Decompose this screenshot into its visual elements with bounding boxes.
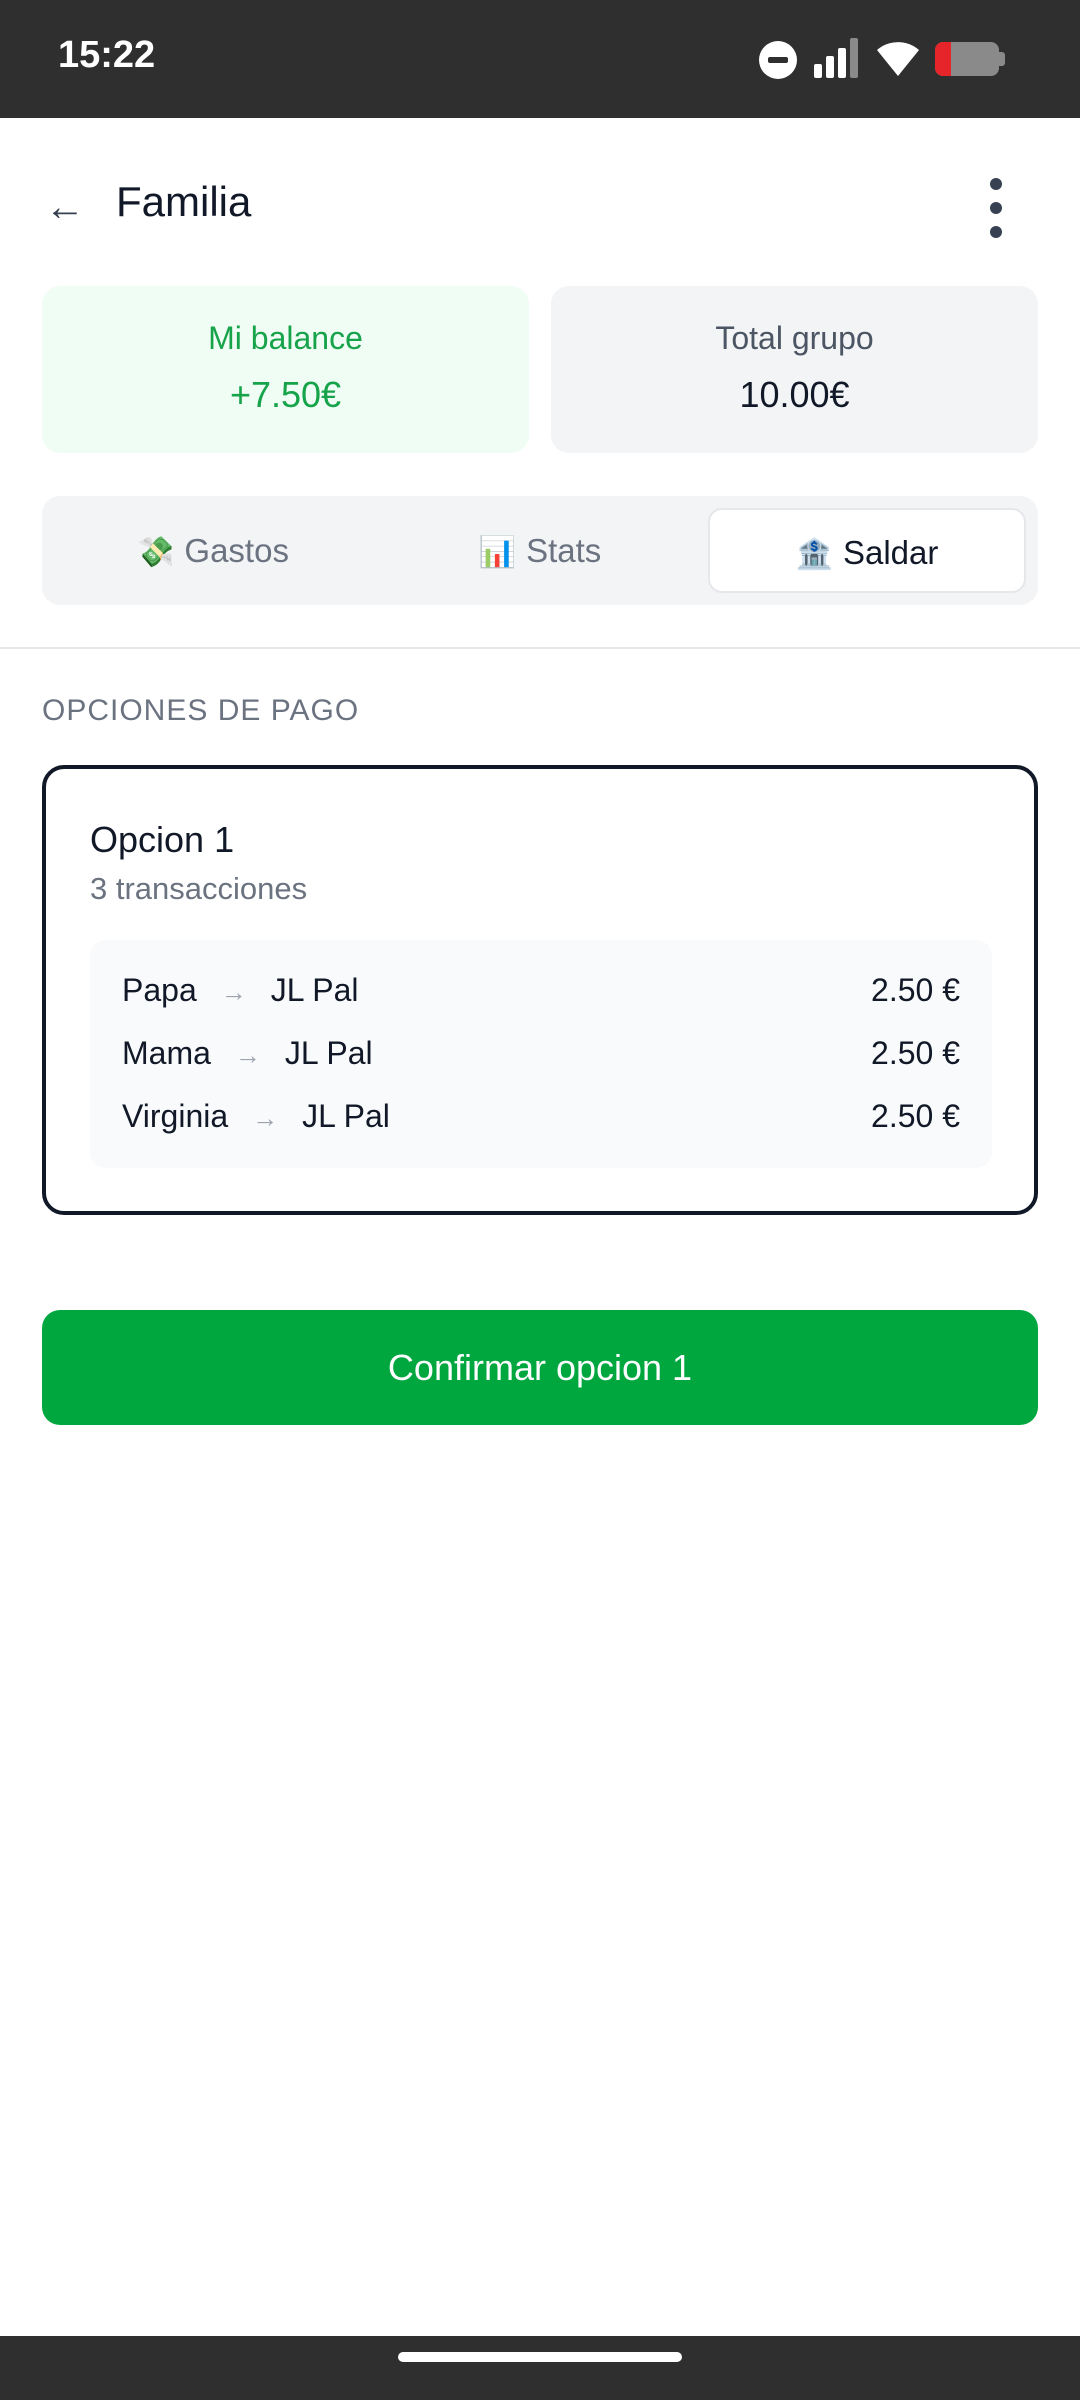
- tab-bar: 💸 Gastos 📊 Stats 🏦 Saldar: [42, 496, 1038, 605]
- bank-icon: 🏦: [795, 538, 833, 571]
- tab-gastos[interactable]: 💸 Gastos: [54, 508, 372, 593]
- home-indicator[interactable]: [398, 2352, 682, 2362]
- transaction-row: Virginia → JL Pal 2.50 €: [122, 1092, 960, 1140]
- arrow-icon: →: [234, 1040, 261, 1070]
- transaction-list: Papa → JL Pal 2.50 € Mama → JL Pal 2.50 € Vi…: [90, 940, 992, 1168]
- payer-name: Papa: [122, 972, 197, 1008]
- more-vertical-icon[interactable]: [972, 168, 1020, 248]
- transaction-amount: 2.50 €: [871, 1098, 960, 1134]
- tab-saldar[interactable]: 🏦 Saldar: [708, 508, 1026, 593]
- payer-name: Mama: [122, 1035, 211, 1071]
- balance-value: +7.50€: [229, 374, 342, 415]
- wifi-icon: [877, 42, 919, 76]
- payer-name: Virginia: [122, 1098, 229, 1134]
- payment-option-card[interactable]: Opcion 1 3 transacciones Papa → JL Pal 2.5…: [42, 765, 1038, 1215]
- confirm-option-button[interactable]: Confirmar opcion 1: [42, 1310, 1038, 1425]
- system-nav-bar: [0, 2336, 1080, 2400]
- payee-name: JL Pal: [270, 972, 359, 1008]
- payee-name: JL Pal: [302, 1098, 390, 1134]
- tab-stats[interactable]: 📊 Stats: [381, 508, 699, 593]
- group-total-label: Total grupo: [715, 320, 874, 356]
- payee-name: JL Pal: [284, 1035, 373, 1071]
- battery-icon: [935, 42, 1005, 76]
- section-title: OPCIONES DE PAGO: [42, 694, 360, 727]
- transaction-amount: 2.50 €: [871, 972, 960, 1008]
- money-icon: 💸: [137, 536, 175, 569]
- divider: [0, 647, 1080, 649]
- option-subtitle: 3 transacciones: [90, 871, 308, 906]
- balance-card: Mi balance +7.50€: [42, 286, 529, 453]
- status-bar: 15:22: [0, 0, 1080, 118]
- signal-icon: [814, 38, 860, 78]
- group-total-card: Total grupo 10.00€: [551, 286, 1038, 453]
- transaction-row: Papa → JL Pal 2.50 €: [122, 966, 960, 1014]
- transaction-amount: 2.50 €: [871, 1035, 960, 1071]
- app-header: ← Familia: [0, 118, 1080, 288]
- transaction-row: Mama → JL Pal 2.50 €: [122, 1029, 960, 1077]
- page-title: Familia: [116, 178, 252, 225]
- group-total-value: 10.00€: [739, 374, 850, 415]
- tab-label: Saldar: [842, 534, 939, 571]
- do-not-disturb-icon: [759, 41, 797, 79]
- back-button[interactable]: ←: [40, 182, 90, 232]
- arrow-icon: →: [252, 1103, 279, 1133]
- status-time: 15:22: [58, 34, 156, 76]
- balance-label: Mi balance: [208, 320, 363, 356]
- arrow-icon: →: [220, 977, 247, 1007]
- option-title: Opcion 1: [90, 819, 235, 860]
- tab-label: Stats: [526, 532, 602, 569]
- tab-label: Gastos: [184, 532, 289, 569]
- chart-icon: 📊: [478, 536, 517, 569]
